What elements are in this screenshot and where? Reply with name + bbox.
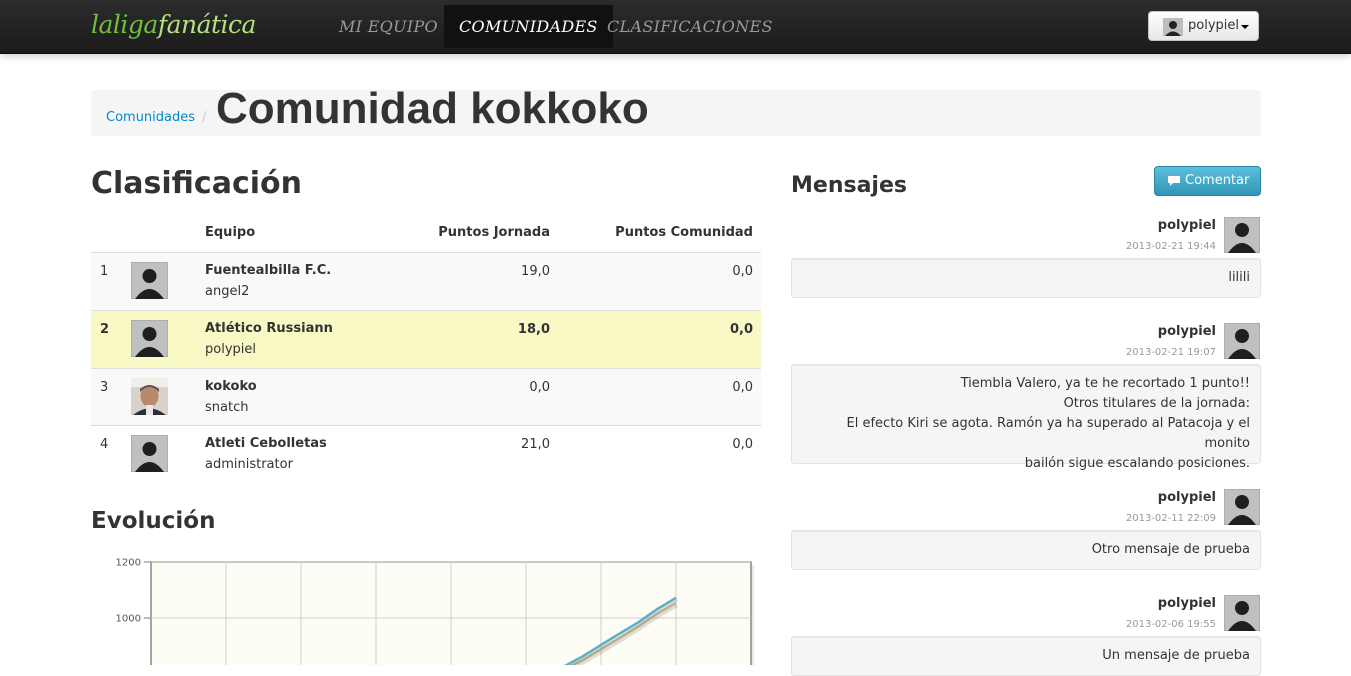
message-body: Un mensaje de prueba xyxy=(791,636,1261,676)
message-line: Otros titulares de la jornada: xyxy=(1063,396,1250,411)
row-username: administrator xyxy=(205,457,293,472)
photo-avatar xyxy=(131,378,168,415)
row-round-points: 0,0 xyxy=(529,380,550,395)
message-line: lilili xyxy=(1228,270,1250,285)
row-position: 3 xyxy=(100,380,109,395)
row-community-points: 0,0 xyxy=(732,264,753,279)
evolution-heading: Evolución xyxy=(91,508,216,534)
default-avatar-icon xyxy=(131,320,168,357)
message-author[interactable]: polypiel xyxy=(1158,217,1216,235)
row-username: angel2 xyxy=(205,284,250,299)
default-avatar-icon xyxy=(1224,217,1260,253)
message-date: 2013-02-06 19:55 xyxy=(1125,619,1216,630)
message-date: 2013-02-21 19:44 xyxy=(1125,241,1216,252)
col-header-round-points: Puntos Jornada xyxy=(438,225,550,240)
messages-heading: Mensajes xyxy=(791,173,907,198)
row-position: 4 xyxy=(100,437,109,452)
ranking-heading: Clasificación xyxy=(91,166,302,201)
table-row-highlighted: 2 Atlético Russiann polypiel 18,0 0,0 xyxy=(91,310,761,368)
top-navbar: laligafanática Mi equipo Comunidades Cla… xyxy=(0,0,1351,54)
row-username: polypiel xyxy=(205,342,256,357)
message-author[interactable]: polypiel xyxy=(1158,595,1216,613)
message-line: Otro mensaje de prueba xyxy=(1091,542,1250,557)
row-round-points: 19,0 xyxy=(521,264,550,279)
nav-clasificaciones[interactable]: Clasificaciones xyxy=(592,5,788,48)
default-avatar-icon xyxy=(131,262,168,299)
chart-y-tick-label: 1200 xyxy=(116,558,141,569)
default-avatar-icon xyxy=(1224,595,1260,631)
nav-mi-equipo[interactable]: Mi equipo xyxy=(324,5,453,48)
message-line: Tiembla Valero, ya te he recortado 1 pun… xyxy=(960,376,1250,391)
row-community-points: 0,0 xyxy=(729,322,753,337)
row-team-name[interactable]: Atlético Russiann xyxy=(205,320,333,338)
row-team-name[interactable]: kokoko xyxy=(205,378,257,396)
row-position: 1 xyxy=(100,264,109,279)
user-avatar-icon xyxy=(1163,18,1183,36)
message-line: bailón sigue escalando posiciones. xyxy=(1024,456,1250,471)
comment-icon xyxy=(1168,176,1180,186)
row-round-points: 18,0 xyxy=(517,322,550,337)
row-community-points: 0,0 xyxy=(732,380,753,395)
row-team-name[interactable]: Fuentealbilla F.C. xyxy=(205,262,331,280)
brand-logo[interactable]: laligafanática xyxy=(91,8,256,42)
col-header-community-points: Puntos Comunidad xyxy=(615,225,753,240)
default-avatar-icon xyxy=(1224,323,1260,359)
breadcrumb-link-comunidades[interactable]: Comunidades xyxy=(106,110,195,125)
row-username: snatch xyxy=(205,400,249,415)
chart-y-tick-label: 1000 xyxy=(116,614,141,625)
table-row: 1 Fuentealbilla F.C. angel2 19,0 0,0 xyxy=(91,252,761,310)
caret-down-icon xyxy=(1241,25,1249,29)
table-row: 4 Atleti Cebolletas administrator 21,0 0… xyxy=(91,425,761,483)
default-avatar-icon xyxy=(131,435,168,472)
col-header-team: Equipo xyxy=(205,225,256,240)
message-line: El efecto Kiri se agota. Ramón ya ha sup… xyxy=(846,416,1250,451)
message-date: 2013-02-21 19:07 xyxy=(1125,347,1216,358)
message-line: Un mensaje de prueba xyxy=(1102,648,1250,663)
breadcrumb-separator: / xyxy=(202,110,207,125)
message-body: lilili xyxy=(791,258,1261,298)
row-community-points: 0,0 xyxy=(732,437,753,452)
evolution-chart: 1000 1200 xyxy=(116,558,754,665)
row-team-name[interactable]: Atleti Cebolletas xyxy=(205,435,327,453)
message-author[interactable]: polypiel xyxy=(1158,489,1216,507)
default-avatar-icon xyxy=(1224,489,1260,525)
nav-comunidades[interactable]: Comunidades xyxy=(444,5,613,48)
table-row: 3 kokoko snatch 0,0 0,0 xyxy=(91,368,761,425)
message-body: Tiembla Valero, ya te he recortado 1 pun… xyxy=(791,364,1261,471)
message-body: Otro mensaje de prueba xyxy=(791,530,1261,570)
chart-ticks: 1000 1200 xyxy=(116,558,151,625)
comment-button-label: Comentar xyxy=(1185,173,1250,188)
brand-part1: laliga xyxy=(91,10,158,39)
row-position: 2 xyxy=(100,322,110,337)
user-menu-button[interactable]: polypiel xyxy=(1148,11,1259,41)
comment-button[interactable]: Comentar xyxy=(1154,166,1261,196)
page-title: Comunidad kokkoko xyxy=(216,84,649,133)
user-menu-username: polypiel xyxy=(1188,18,1239,33)
message-date: 2013-02-11 22:09 xyxy=(1125,513,1216,524)
row-round-points: 21,0 xyxy=(521,437,550,452)
message-author[interactable]: polypiel xyxy=(1158,323,1216,341)
brand-part2: fanática xyxy=(157,10,257,39)
breadcrumb: Comunidades / Comunidad kokkoko xyxy=(91,84,1261,136)
